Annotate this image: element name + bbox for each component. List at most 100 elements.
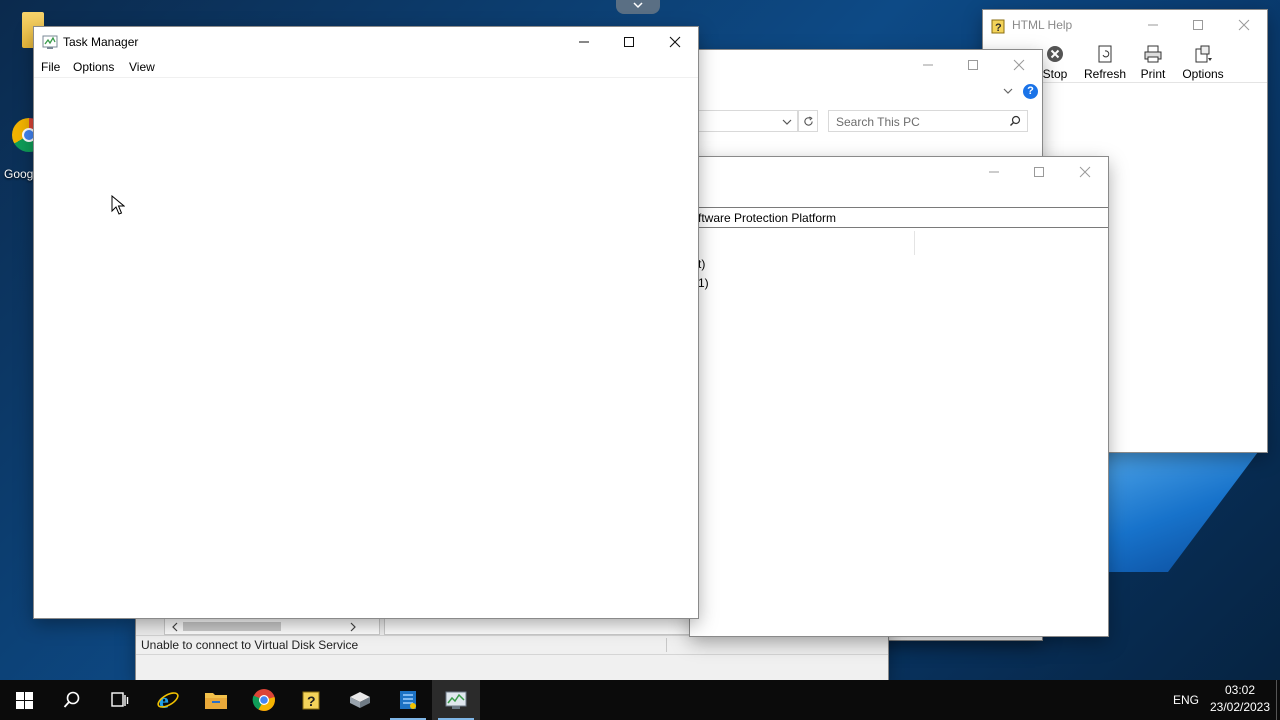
close-icon <box>1079 166 1091 178</box>
task-manager-title: Task Manager <box>63 35 139 49</box>
task-manager-content <box>34 78 698 618</box>
html-help-title: HTML Help <box>1012 18 1073 32</box>
clock-time: 03:02 <box>1224 683 1256 697</box>
taskbar-hyper-v[interactable] <box>336 680 384 720</box>
close-button[interactable] <box>1062 157 1108 187</box>
windows-wallpaper-logo <box>1108 452 1258 572</box>
show-desktop-button[interactable] <box>1276 680 1280 720</box>
maximize-icon <box>1193 20 1203 30</box>
maximize-icon <box>1034 167 1044 177</box>
service-header: ftware Protection Platform <box>690 207 1108 228</box>
minimize-icon <box>1148 24 1158 26</box>
maximize-button[interactable] <box>1016 157 1062 187</box>
task-manager-menubar: File Options View <box>34 57 698 77</box>
taskbar-server-manager[interactable] <box>384 680 432 720</box>
scrollbar-thumb[interactable] <box>183 622 281 631</box>
maximize-icon <box>624 37 634 47</box>
task-manager-icon <box>42 35 58 49</box>
chrome-icon <box>252 689 275 711</box>
taskbar-chrome[interactable] <box>240 680 288 720</box>
refresh-label: Refresh <box>1083 67 1127 81</box>
address-dropdown-icon[interactable] <box>782 117 792 127</box>
file-explorer-icon <box>205 693 227 709</box>
refresh-icon <box>1098 45 1112 63</box>
taskbar-search-button[interactable] <box>48 680 96 720</box>
chrome-shortcut-label[interactable]: Goog <box>4 167 33 181</box>
stop-button[interactable]: Stop <box>1037 44 1073 81</box>
taskbar-task-manager[interactable] <box>432 680 480 720</box>
scroll-left-icon[interactable] <box>171 622 179 632</box>
minimize-icon <box>923 64 933 66</box>
status-text: Unable to connect to Virtual Disk Servic… <box>141 638 359 652</box>
minimize-button[interactable] <box>561 27 607 57</box>
maximize-button[interactable] <box>1175 10 1221 40</box>
task-view-icon <box>111 692 129 707</box>
status-bar: Unable to connect to Virtual Disk Servic… <box>136 635 888 655</box>
mouse-cursor-icon <box>111 195 125 215</box>
address-bar[interactable] <box>690 110 798 132</box>
minimize-button[interactable] <box>971 157 1017 187</box>
status-divider <box>666 638 667 652</box>
search-icon <box>1010 115 1021 126</box>
maximize-button[interactable] <box>606 27 652 57</box>
print-button[interactable]: Print <box>1135 44 1171 81</box>
task-manager-icon <box>445 691 467 709</box>
close-button[interactable] <box>1221 10 1267 40</box>
services-window: ftware Protection Platform t) 1) <box>690 157 1108 636</box>
task-manager-window: Task Manager File Options View <box>34 27 698 618</box>
help-book-icon: ? <box>991 19 1005 34</box>
minimize-icon <box>579 41 589 43</box>
close-button[interactable] <box>652 27 698 57</box>
remote-session-tab[interactable] <box>616 0 660 14</box>
service-line-2: 1) <box>698 276 709 290</box>
close-icon <box>1238 19 1250 31</box>
taskbar-html-help[interactable]: ? <box>288 680 336 720</box>
clock-date: 23/02/2023 <box>1209 700 1271 714</box>
service-line-1: t) <box>698 257 706 271</box>
server-manager-icon <box>400 691 416 709</box>
menu-options[interactable]: Options <box>73 60 114 74</box>
search-input[interactable]: Search This PC <box>828 110 1028 132</box>
taskbar-internet-explorer[interactable]: e <box>144 680 192 720</box>
minimize-icon <box>989 171 999 173</box>
options-label: Options <box>1182 67 1224 81</box>
search-placeholder: Search This PC <box>836 115 920 129</box>
maximize-icon <box>968 60 978 70</box>
start-button[interactable] <box>0 680 48 720</box>
menu-view[interactable]: View <box>129 60 155 74</box>
maximize-button[interactable] <box>950 50 996 80</box>
stop-label: Stop <box>1042 67 1068 81</box>
server-stack-icon <box>350 692 370 708</box>
search-icon <box>63 691 80 708</box>
close-icon <box>669 36 681 48</box>
refresh-button[interactable]: Refresh <box>1083 44 1127 81</box>
refresh-button[interactable] <box>798 110 818 132</box>
task-manager-titlebar[interactable]: Task Manager <box>34 27 698 57</box>
svg-text:?: ? <box>995 22 1002 34</box>
language-indicator[interactable]: ENG <box>1166 680 1206 720</box>
task-view-button[interactable] <box>96 680 144 720</box>
close-icon <box>1013 59 1025 71</box>
stop-icon <box>1047 46 1063 62</box>
help-icon[interactable]: ? <box>1023 84 1038 99</box>
scroll-right-icon[interactable] <box>349 622 357 632</box>
taskbar-file-explorer[interactable] <box>192 680 240 720</box>
options-icon <box>1195 45 1212 63</box>
horizontal-scrollbar[interactable] <box>164 618 380 635</box>
minimize-button[interactable] <box>905 50 951 80</box>
html-help-titlebar[interactable]: ? HTML Help <box>983 10 1267 40</box>
print-icon <box>1144 45 1162 63</box>
options-button[interactable]: Options <box>1181 44 1225 81</box>
column-divider <box>914 231 915 255</box>
internet-explorer-icon: e <box>157 688 179 712</box>
menu-file[interactable]: File <box>41 60 60 74</box>
taskbar: e ? <box>0 680 1280 720</box>
ribbon-expand-chevron-icon[interactable] <box>1002 86 1014 96</box>
refresh-icon <box>803 115 813 126</box>
svg-text:?: ? <box>307 693 316 709</box>
html-help-icon: ? <box>302 691 320 710</box>
minimize-button[interactable] <box>1130 10 1176 40</box>
close-button[interactable] <box>996 50 1042 80</box>
service-header-text: ftware Protection Platform <box>698 211 837 225</box>
system-clock[interactable]: 03:02 23/02/2023 <box>1204 682 1276 716</box>
